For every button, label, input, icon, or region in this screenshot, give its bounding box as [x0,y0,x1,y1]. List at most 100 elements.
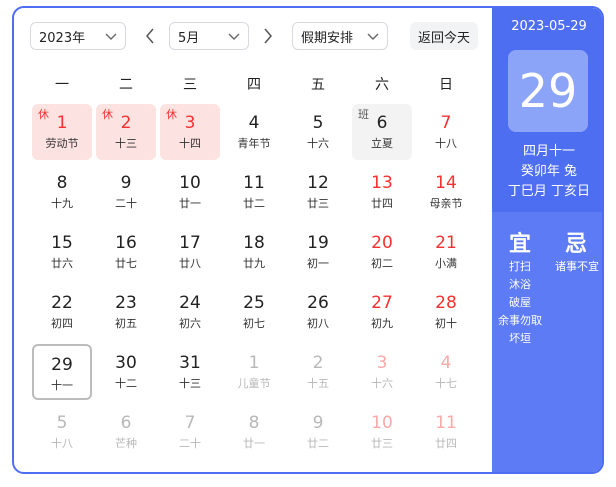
lunar-label: 廿六 [51,257,73,270]
prev-month-button[interactable] [140,24,160,48]
day-number: 13 [371,173,393,193]
day-cell[interactable]: 10 廿一 [160,164,220,220]
day-cell[interactable]: 14 母亲节 [416,164,476,220]
lunar-label: 廿九 [243,257,265,270]
day-cell[interactable]: 21 小满 [416,224,476,280]
ji-item: 诸事不宜 [555,260,599,273]
day-cell[interactable]: 18 廿九 [224,224,284,280]
day-number: 22 [51,293,73,313]
day-number: 4 [248,113,260,133]
lunar-label: 劳动节 [45,137,79,150]
back-to-today-button[interactable]: 返回今天 [410,22,478,50]
day-number: 7 [184,413,196,433]
day-number: 12 [307,173,329,193]
day-cell[interactable]: 8 廿一 [224,404,284,460]
day-cell[interactable]: 10 廿三 [352,404,412,460]
day-number: 3 [184,113,196,133]
day-cell[interactable]: 4 青年节 [224,104,284,160]
day-cell[interactable]: 休 3 十四 [160,104,220,160]
day-cell[interactable]: 15 廿六 [32,224,92,280]
day-cell[interactable]: 8 十九 [32,164,92,220]
holiday-select[interactable]: 假期安排 [292,22,388,50]
day-number: 25 [243,293,265,313]
yi-item: 打扫 [509,260,531,273]
day-number: 5 [312,113,324,133]
day-cell[interactable]: 17 廿八 [160,224,220,280]
day-detail-panel: 2023-05-29 29 四月十一 癸卯年 兔 丁巳月 丁亥日 宜 忌 打扫沐… [492,8,602,472]
day-cell[interactable]: 26 初八 [288,284,348,340]
weekday-label: 一 [55,77,69,93]
day-cell[interactable]: 31 十三 [160,344,220,400]
day-cell[interactable]: 班 6 立夏 [352,104,412,160]
day-cell[interactable]: 23 初五 [96,284,156,340]
day-cell[interactable]: 9 二十 [96,164,156,220]
day-cell[interactable]: 休 2 十三 [96,104,156,160]
day-cell[interactable]: 22 初四 [32,284,92,340]
yi-item: 沐浴 [509,278,531,291]
day-cell[interactable]: 2 十五 [288,344,348,400]
lunar-label: 十一 [51,379,73,392]
day-cell[interactable]: 1 儿童节 [224,344,284,400]
day-number: 18 [243,233,265,253]
day-cell[interactable]: 4 十七 [416,344,476,400]
year-select[interactable]: 2023年 [30,22,126,50]
lunar-label: 十五 [307,377,329,390]
day-cell[interactable]: 19 初一 [288,224,348,280]
day-number: 8 [248,413,260,433]
day-cell[interactable]: 7 二十 [160,404,220,460]
day-number: 7 [440,113,452,133]
day-number: 31 [179,353,201,373]
day-cell[interactable]: 27 初九 [352,284,412,340]
day-number: 9 [120,173,132,193]
day-number: 11 [435,413,457,433]
chevron-down-icon [228,31,240,46]
day-number: 24 [179,293,201,313]
lunar-label: 十六 [371,377,393,390]
lunar-label: 二十 [115,197,137,210]
chevron-down-icon [105,31,117,46]
lunar-label: 十三 [179,377,201,390]
lunar-label: 廿八 [179,257,201,270]
day-number: 15 [51,233,73,253]
lunar-label: 廿七 [115,257,137,270]
day-cell[interactable]: 28 初十 [416,284,476,340]
day-number: 1 [56,113,68,133]
day-number: 16 [115,233,137,253]
lunar-label: 初六 [179,317,201,330]
month-select[interactable]: 5月 [169,22,249,50]
yi-title: 宜 [509,232,532,257]
day-cell[interactable]: 11 廿四 [416,404,476,460]
day-number: 4 [440,353,452,373]
lunar-label: 十九 [51,197,73,210]
day-cell[interactable]: 11 廿二 [224,164,284,220]
chevron-down-icon [367,31,379,46]
day-cell[interactable]: 16 廿七 [96,224,156,280]
day-cell[interactable]: 5 十六 [288,104,348,160]
day-cell[interactable]: 5 十八 [32,404,92,460]
day-number: 14 [435,173,457,193]
day-number: 8 [56,173,68,193]
day-cell[interactable]: 3 十六 [352,344,412,400]
day-number: 21 [435,233,457,253]
day-cell[interactable]: 12 廿三 [288,164,348,220]
selected-day-number: 29 [508,50,588,132]
month-day-ganzhi: 丁巳月 丁亥日 [507,184,591,199]
day-cell[interactable]: 7 十八 [416,104,476,160]
day-cell[interactable]: 13 廿四 [352,164,412,220]
weekday-label: 五 [311,77,325,93]
next-month-button[interactable] [258,24,278,48]
day-cell[interactable]: 9 廿二 [288,404,348,460]
day-cell[interactable]: 6 芒种 [96,404,156,460]
day-number: 10 [179,173,201,193]
yi-item: 坏垣 [509,332,531,345]
lunar-label: 儿童节 [237,377,271,390]
day-cell[interactable]: 24 初六 [160,284,220,340]
day-cell[interactable]: 29 十一 [32,344,92,400]
day-cell[interactable]: 20 初二 [352,224,412,280]
lunar-label: 初八 [307,317,329,330]
day-number: 28 [435,293,457,313]
day-cell[interactable]: 25 初七 [224,284,284,340]
day-cell[interactable]: 30 十二 [96,344,156,400]
day-cell[interactable]: 休 1 劳动节 [32,104,92,160]
yi-item: 余事勿取 [498,314,542,327]
